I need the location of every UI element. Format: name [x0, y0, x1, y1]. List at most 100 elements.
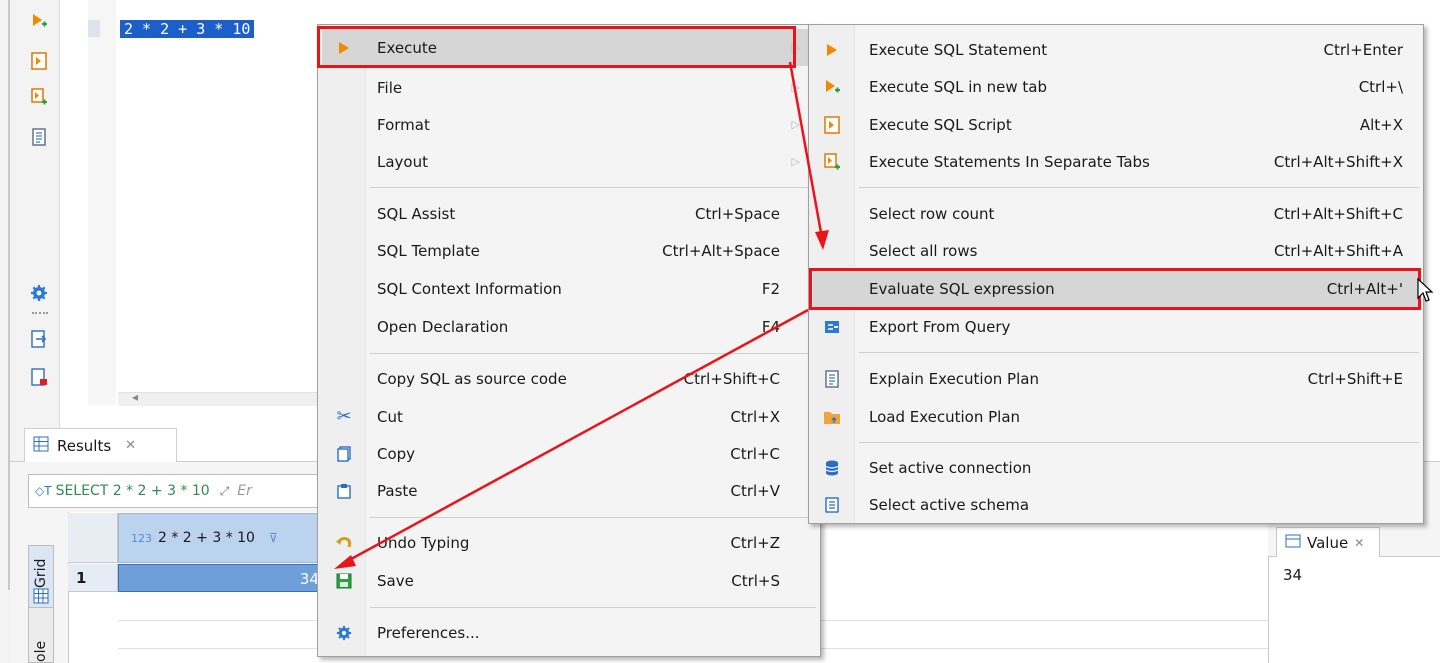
- settings-icon[interactable]: [30, 284, 48, 302]
- explain-plan-icon: [813, 369, 851, 388]
- submenu-item-label: Load Execution Plan: [869, 407, 1021, 426]
- column-header-label: 2 * 2 + 3 * 10: [158, 530, 255, 546]
- submenu-item-select-all-rows[interactable]: Select all rows Ctrl+Alt+Shift+A: [813, 232, 1421, 269]
- column-filter-icon[interactable]: ⊽: [269, 531, 278, 545]
- tab-value[interactable]: Value ✕: [1276, 527, 1380, 557]
- selected-code[interactable]: 2 * 2 + 3 * 10: [120, 20, 255, 38]
- execute-separate-tabs-icon[interactable]: [30, 88, 48, 106]
- menu-item-shortcut: F2: [761, 279, 780, 298]
- menu-item-format[interactable]: Format ▷: [322, 106, 816, 143]
- execute-new-tab-icon[interactable]: [30, 12, 48, 30]
- toolbar-separator: [32, 312, 48, 314]
- submenu-item-execute-sql-script[interactable]: Execute SQL Script Alt+X: [813, 106, 1421, 143]
- column-header[interactable]: 123 2 * 2 + 3 * 10 ⊽: [118, 513, 330, 563]
- database-icon: [813, 460, 851, 476]
- execute-script-icon[interactable]: [30, 52, 48, 70]
- export-icon[interactable]: [30, 330, 48, 348]
- submenu-arrow-icon: ▷: [791, 155, 800, 168]
- submenu-item-select-active-schema[interactable]: Select active schema: [813, 486, 1421, 523]
- undo-icon: [322, 535, 366, 551]
- folder-icon: [813, 409, 851, 425]
- submenu-item-execute-sql-statement[interactable]: Execute SQL Statement Ctrl+Enter: [813, 31, 1421, 68]
- gear-icon: [322, 625, 366, 641]
- value-panel-icon: [1285, 533, 1301, 553]
- menu-item-sql-template[interactable]: SQL Template Ctrl+Alt+Space: [322, 232, 816, 269]
- menu-item-shortcut: Ctrl+S: [731, 571, 780, 590]
- close-icon[interactable]: ✕: [125, 438, 136, 453]
- menu-item-shortcut: Ctrl+V: [730, 481, 780, 500]
- menu-item-label: Undo Typing: [377, 533, 470, 552]
- menu-item-undo-typing[interactable]: Undo Typing Ctrl+Z: [322, 524, 816, 561]
- menu-item-label: Layout: [377, 152, 428, 171]
- submenu-item-execute-separate-tabs[interactable]: Execute Statements In Separate Tabs Ctrl…: [813, 143, 1421, 180]
- side-tab-text-label[interactable]: ole: [33, 641, 49, 662]
- submenu-item-label: Execute Statements In Separate Tabs: [869, 152, 1150, 171]
- row-header-corner: [68, 513, 118, 563]
- submenu-item-label: Execute SQL Statement: [869, 40, 1048, 59]
- copy-icon: [322, 445, 366, 462]
- new-script-icon[interactable]: [30, 368, 48, 386]
- submenu-item-shortcut: Ctrl+Alt+Shift+C: [1273, 204, 1403, 223]
- submenu-item-shortcut: Ctrl+\: [1358, 77, 1403, 96]
- submenu-item-export-from-query[interactable]: Export From Query: [813, 308, 1421, 345]
- grid-icon: [33, 436, 49, 456]
- highlight-box-execute: [317, 26, 796, 68]
- menu-item-paste[interactable]: Paste Ctrl+V: [322, 472, 816, 509]
- side-tab-grid-label: Grid: [33, 558, 49, 588]
- paste-icon: [322, 483, 366, 499]
- expand-icon[interactable]: ⤢: [220, 484, 230, 499]
- menu-item-label: Format: [377, 115, 430, 134]
- result-cell[interactable]: 34: [118, 564, 330, 592]
- export-icon: [813, 319, 851, 335]
- editor-horizontal-scrollbar[interactable]: ◂: [118, 390, 318, 406]
- menu-item-label: Copy SQL as source code: [377, 369, 567, 388]
- editor-gutter: [88, 0, 116, 405]
- tab-results[interactable]: Results ✕: [24, 428, 177, 462]
- value-panel-content: 34: [1283, 566, 1303, 584]
- menu-item-preferences[interactable]: Preferences...: [322, 614, 816, 651]
- row-number[interactable]: 1: [68, 564, 118, 592]
- execute-icon: [813, 43, 851, 57]
- submenu-item-label: Select all rows: [869, 241, 978, 260]
- query-filter-bar[interactable]: ◇T SELECT 2 * 2 + 3 * 10 ⤢ Er: [28, 474, 328, 508]
- execute-script-icon: [813, 115, 851, 134]
- mouse-cursor-icon: [1417, 278, 1434, 302]
- menu-item-copy[interactable]: Copy Ctrl+C: [322, 435, 816, 472]
- menu-item-open-declaration[interactable]: Open Declaration F4: [322, 308, 816, 345]
- menu-item-layout[interactable]: Layout ▷: [322, 143, 816, 180]
- submenu-item-shortcut: Alt+X: [1359, 115, 1403, 134]
- query-hint: Er: [237, 483, 252, 499]
- menu-item-label: Open Declaration: [377, 317, 509, 336]
- submenu-item-execute-sql-new-tab[interactable]: Execute SQL in new tab Ctrl+\: [813, 68, 1421, 105]
- execute-separate-tabs-icon: [813, 152, 851, 171]
- line-marker: [88, 20, 100, 37]
- submenu-item-select-row-count[interactable]: Select row count Ctrl+Alt+Shift+C: [813, 195, 1421, 232]
- explain-plan-icon[interactable]: [30, 128, 48, 146]
- submenu-item-set-active-connection[interactable]: Set active connection: [813, 449, 1421, 486]
- menu-item-sql-assist[interactable]: SQL Assist Ctrl+Space: [322, 195, 816, 232]
- submenu-item-shortcut: Ctrl+Shift+E: [1307, 369, 1403, 388]
- context-menu: Execute ▷ File ▷ Format ▷ Layout ▷ SQL A…: [317, 24, 821, 657]
- submenu-item-label: Select active schema: [869, 495, 1030, 514]
- menu-separator: [370, 607, 816, 608]
- submenu-item-label: Set active connection: [869, 458, 1032, 477]
- menu-item-label: Cut: [377, 407, 403, 426]
- menu-item-copy-sql-as-source[interactable]: Copy SQL as source code Ctrl+Shift+C: [322, 360, 816, 397]
- menu-item-shortcut: Ctrl+C: [730, 444, 780, 463]
- menu-item-label: Preferences...: [377, 623, 480, 642]
- menu-item-file[interactable]: File ▷: [322, 69, 816, 106]
- menu-item-save[interactable]: Save Ctrl+S: [322, 562, 816, 599]
- menu-item-sql-context-information[interactable]: SQL Context Information F2: [322, 270, 816, 307]
- submenu-item-load-execution-plan[interactable]: Load Execution Plan: [813, 398, 1421, 435]
- submenu-item-explain-execution-plan[interactable]: Explain Execution Plan Ctrl+Shift+E: [813, 360, 1421, 397]
- menu-separator: [370, 517, 816, 518]
- submenu-item-label: Explain Execution Plan: [869, 369, 1039, 388]
- results-side-tabs: Grid ole: [28, 545, 54, 663]
- side-tab-grid[interactable]: Grid: [29, 546, 53, 608]
- menu-item-cut[interactable]: ✂ Cut Ctrl+X: [322, 398, 816, 435]
- close-icon[interactable]: ✕: [1354, 536, 1364, 550]
- scroll-left-arrow[interactable]: ◂: [132, 390, 138, 404]
- grid-view-icon: [33, 588, 49, 604]
- menu-item-label: Copy: [377, 444, 416, 463]
- execute-submenu: Execute SQL Statement Ctrl+Enter Execute…: [808, 24, 1424, 524]
